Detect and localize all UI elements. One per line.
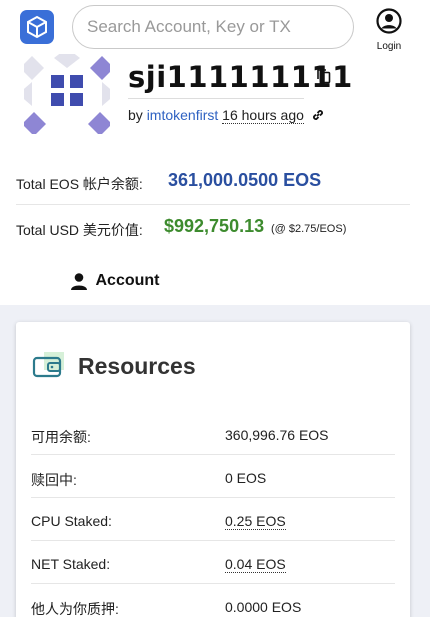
resource-row-net-staked: NET Staked: 0.04 EOS	[31, 541, 395, 584]
balance-divider	[16, 204, 410, 205]
created-by-line: by imtokenfirst 16 hours ago	[128, 107, 325, 124]
resource-value: 0 EOS	[225, 470, 267, 486]
by-prefix: by	[128, 107, 143, 123]
user-circle-icon	[376, 8, 402, 34]
resource-label: 可用余额:	[31, 429, 91, 445]
created-time[interactable]: 16 hours ago	[222, 107, 304, 124]
eos-usd-rate: (@ $2.75/EOS)	[271, 223, 347, 235]
search-input[interactable]	[72, 5, 354, 49]
avatar	[24, 54, 110, 134]
resource-row-staked-by-others: 他人为你质押: 0.0000 EOS	[31, 584, 395, 617]
resource-value: 360,996.76 EOS	[225, 427, 329, 443]
top-bar: Login	[0, 0, 430, 54]
resources-title: Resources	[78, 353, 196, 379]
copy-icon[interactable]	[316, 68, 332, 84]
resource-label: 赎回中:	[31, 472, 77, 488]
login-label: Login	[376, 41, 402, 52]
eos-balance-label: Total EOS 帐户余额:	[16, 176, 143, 192]
resource-label: 他人为你质押:	[31, 601, 119, 617]
user-icon	[70, 272, 87, 290]
usd-balance-label: Total USD 美元价值:	[16, 222, 143, 238]
resource-row-available: 可用余额: 360,996.76 EOS	[31, 412, 395, 455]
login-button[interactable]: Login	[370, 8, 408, 52]
resource-row-refunding: 赎回中: 0 EOS	[31, 455, 395, 498]
tab-account[interactable]: Account	[16, 256, 213, 308]
cpu-staked-value[interactable]: 0.25 EOS	[225, 513, 286, 530]
resource-label: NET Staked:	[31, 556, 111, 572]
creator-link[interactable]: imtokenfirst	[147, 107, 219, 123]
site-logo-icon[interactable]	[20, 10, 54, 44]
usd-balance-value: $992,750.13	[164, 216, 265, 236]
account-profile: sji111111111 by imtokenfirst 16 hours ag…	[0, 54, 430, 144]
resources-card: Resources 可用余额: 360,996.76 EOS 赎回中: 0 EO…	[16, 322, 410, 617]
tab-account-label: Account	[95, 272, 160, 289]
eos-balance-value: 361,000.0500 EOS	[168, 170, 322, 190]
resource-row-cpu-staked: CPU Staked: 0.25 EOS	[31, 498, 395, 541]
wallet-icon	[32, 352, 64, 378]
resource-label: CPU Staked:	[31, 513, 112, 529]
net-staked-value[interactable]: 0.04 EOS	[225, 556, 286, 573]
tab-bar: Account	[0, 256, 430, 308]
name-underline	[128, 98, 304, 99]
link-icon[interactable]	[311, 108, 325, 122]
resource-value: 0.0000 EOS	[225, 599, 302, 615]
